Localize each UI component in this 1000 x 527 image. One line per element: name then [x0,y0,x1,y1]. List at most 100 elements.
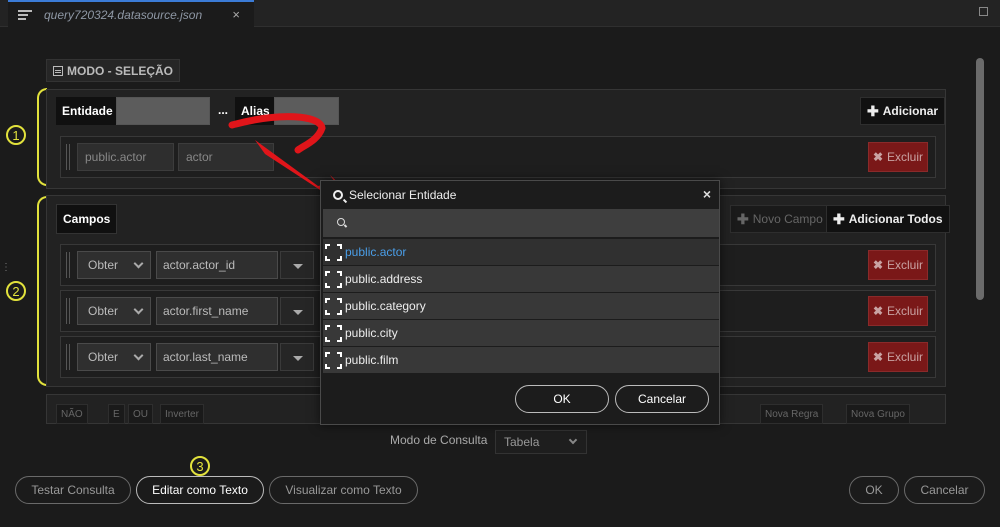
field-operation-select[interactable]: Obter [77,343,151,371]
field-operation-select[interactable]: Obter [77,251,151,279]
entity-list-item-label: public.category [345,299,426,313]
vertical-scrollbar[interactable] [976,58,984,300]
delete-field-button[interactable]: ✖ Excluir [868,342,928,372]
entity-browse-button[interactable]: ... [218,103,228,117]
plus-icon: ✚ [867,102,879,119]
field-operation-value: Obter [88,304,119,318]
add-entity-label: Adicionar [882,104,939,118]
maximize-icon[interactable] [979,7,988,16]
annotation-marker-2: 2 [6,281,26,301]
entity-list-item-label: public.address [345,272,423,286]
annotation-marker-3: 3 [190,456,210,476]
dialog-cancel-button[interactable]: Cancelar [615,385,709,413]
entity-list-item[interactable]: public.address [323,266,719,292]
add-all-fields-button[interactable]: ✚ Adicionar Todos [826,205,950,233]
dialog-ok-button[interactable]: OK [515,385,609,413]
plus-icon: ✚ [833,210,845,227]
dialog-close-icon[interactable]: × [703,186,711,202]
add-all-fields-label: Adicionar Todos [848,212,943,226]
delete-entity-button[interactable]: ✖ Excluir [868,142,928,172]
field-name-input[interactable]: actor.actor_id [156,251,278,279]
search-icon [337,218,345,226]
new-group-button[interactable]: Nova Grupo [846,404,910,424]
chevron-down-icon [133,304,144,315]
drag-handle-icon[interactable] [66,252,70,278]
field-dropdown-button[interactable] [280,297,314,325]
tab-query-datasource[interactable]: query720324.datasource.json × [8,0,254,27]
entity-list-item-label: public.film [345,353,399,367]
entity-input[interactable] [116,97,210,125]
delete-field-label: Excluir [887,350,924,364]
caret-down-icon [293,264,303,269]
field-operation-value: Obter [88,350,119,364]
add-entity-button[interactable]: ✚ Adicionar [860,97,946,125]
search-icon [333,190,343,200]
chevron-down-icon [568,435,578,445]
entity-list-item-label: public.actor [345,245,407,259]
table-icon [325,297,342,315]
mode-label-text: MODO - SELEÇÃO [67,63,174,78]
test-query-button[interactable]: Testar Consulta [15,476,131,504]
entity-list: public.actor public.address public.categ… [323,239,719,374]
select-entity-dialog: Selecionar Entidade × public.actor publi… [320,180,720,425]
table-icon [325,243,342,261]
tab-close-icon[interactable]: × [232,7,240,22]
entity-row-alias[interactable]: actor [178,143,274,171]
tab-bar: query720324.datasource.json × [0,0,1000,27]
chevron-down-icon [133,258,144,269]
entity-list-item[interactable]: public.category [323,293,719,319]
tab-title: query720324.datasource.json [44,7,203,22]
query-list-icon [18,9,34,21]
field-dropdown-button[interactable] [280,343,314,371]
not-toggle[interactable]: NÃO [56,404,88,424]
query-mode-label: Modo de Consulta [390,433,488,447]
delete-entity-label: Excluir [887,150,924,164]
field-name-input[interactable]: actor.first_name [156,297,278,325]
delete-x-icon: ✖ [872,350,884,364]
table-icon [325,270,342,288]
mode-label: MODO - SELEÇÃO [46,59,181,82]
entity-search-input[interactable] [323,209,719,237]
dialog-title: Selecionar Entidade [333,188,456,202]
new-rule-button[interactable]: Nova Regra [760,404,824,424]
entity-row-name[interactable]: public.actor [77,143,174,171]
field-name-input[interactable]: actor.last_name [156,343,278,371]
view-as-text-button[interactable]: Visualizar como Texto [269,476,418,504]
new-field-label: Novo Campo [752,212,823,226]
drag-handle-icon[interactable] [66,344,70,370]
field-operation-select[interactable]: Obter [77,297,151,325]
entity-list-item[interactable]: public.actor [323,239,719,265]
entity-list-item[interactable]: public.film [323,347,719,373]
alias-input[interactable] [274,97,339,125]
caret-down-icon [293,310,303,315]
document-icon [53,65,63,76]
field-operation-value: Obter [88,258,119,272]
side-resize-handle-icon[interactable]: ⋮ [1,262,11,273]
plus-icon: ✚ [737,210,749,227]
delete-x-icon: ✖ [872,258,884,272]
drag-handle-icon[interactable] [66,298,70,324]
dialog-title-text: Selecionar Entidade [349,188,457,202]
chevron-down-icon [133,350,144,361]
delete-field-button[interactable]: ✖ Excluir [868,250,928,280]
query-mode-select[interactable]: Tabela [495,430,587,454]
field-dropdown-button[interactable] [280,251,314,279]
entity-list-item-label: public.city [345,326,398,340]
caret-down-icon [293,356,303,361]
fields-label: Campos [56,204,118,234]
edit-as-text-button[interactable]: Editar como Texto [136,476,264,504]
new-field-button[interactable]: ✚ Novo Campo [730,205,830,233]
table-icon [325,324,342,342]
delete-field-button[interactable]: ✖ Excluir [868,296,928,326]
entity-list-item[interactable]: public.city [323,320,719,346]
invert-button[interactable]: Inverter [160,404,204,424]
alias-label: Alias [235,97,276,125]
cancel-button[interactable]: Cancelar [904,476,985,504]
drag-handle-icon[interactable] [66,144,70,170]
and-toggle[interactable]: E [108,404,125,424]
or-toggle[interactable]: OU [128,404,153,424]
query-mode-value: Tabela [504,435,540,449]
table-icon [325,351,342,369]
delete-field-label: Excluir [887,304,924,318]
ok-button[interactable]: OK [849,476,899,504]
